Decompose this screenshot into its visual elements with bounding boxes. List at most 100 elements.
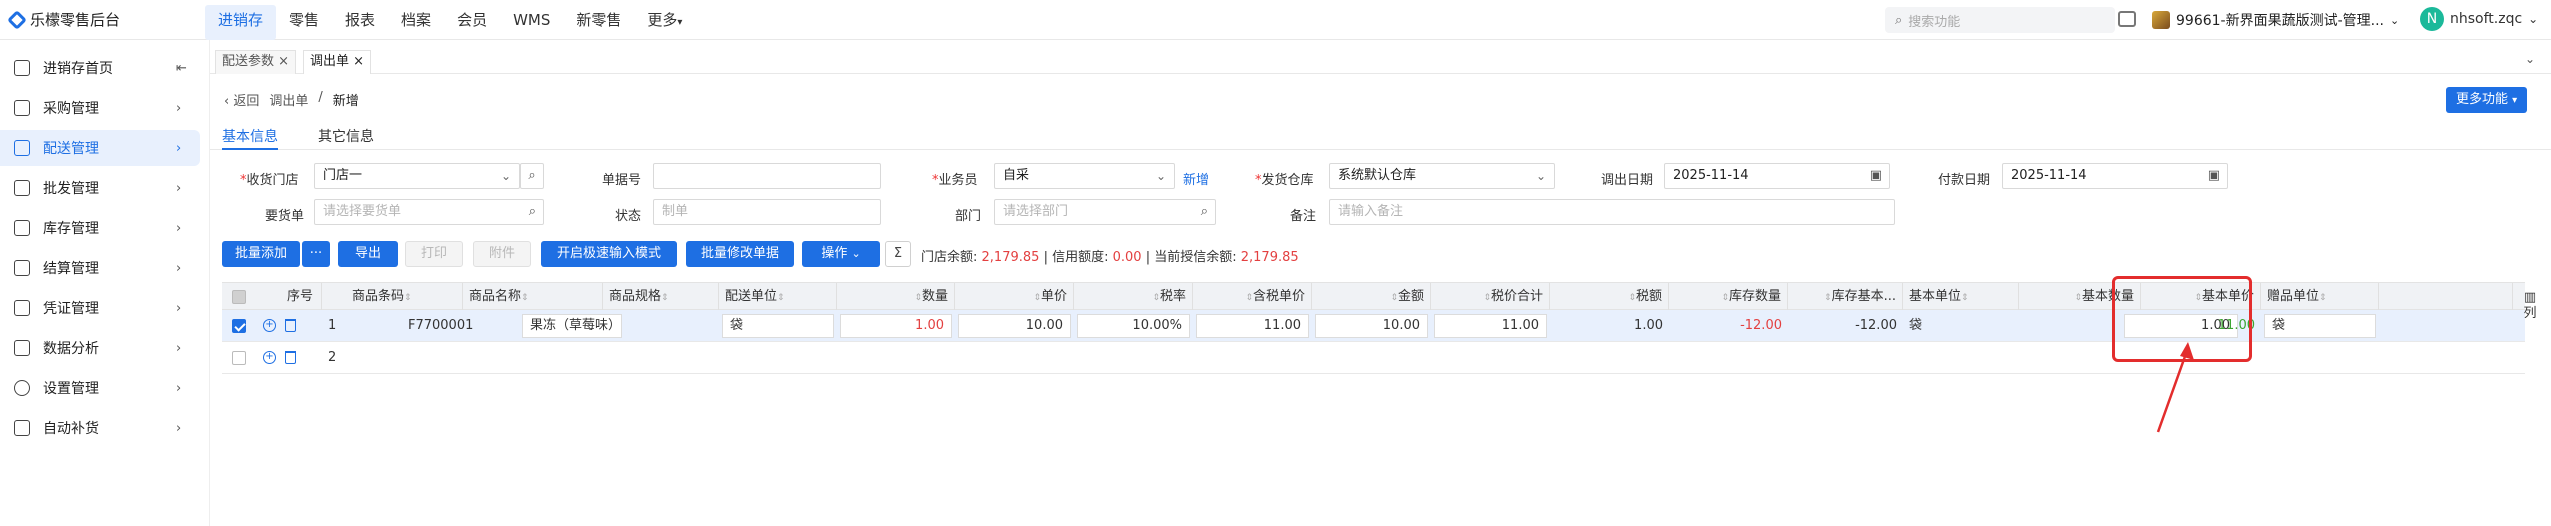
operate-dropdown[interactable]: 操作 ⌄ [802,241,880,267]
sidebar-item-label: 结算管理 [43,261,99,277]
sort-icon[interactable]: Σ [885,241,911,267]
row-unit[interactable]: 袋 [722,314,834,338]
col-header-barcode[interactable]: 商品条码⇕ [352,283,463,311]
salesman-select[interactable]: 自采 ⌄ [994,163,1175,189]
col-header-price[interactable]: ⇕单价 [955,283,1074,311]
pay-date-picker[interactable]: 2025-11-14 ▣ [2002,163,2228,189]
search-icon[interactable]: ⌕ [520,163,544,189]
receive-store-select[interactable]: 门店一 ⌄ [314,163,520,189]
row-qty[interactable]: 1.00 [840,314,952,338]
row-amount[interactable]: 10.00 [1315,314,1428,338]
app-logo[interactable]: 乐檬零售后台 [7,9,120,30]
remark-field[interactable]: 请输入备注 [1329,199,1895,225]
col-header-stock-qty[interactable]: ⇕库存数量 [1669,283,1788,311]
sidebar-item-voucher[interactable]: 凭证管理 › [0,290,200,326]
col-header-tax-rate[interactable]: ⇕税率 [1074,283,1193,311]
col-header-total[interactable]: ⇕税价合计 [1431,283,1550,311]
row-gift-unit[interactable]: 袋 [2264,314,2376,338]
doc-no-label: 单据号 [602,173,642,188]
tab-transfer-out[interactable]: 调出单 × [303,50,372,74]
tab-distribution-params[interactable]: 配送参数 × [215,50,297,74]
sidebar-item-replenish[interactable]: 自动补货 › [0,410,200,446]
add-salesman-link[interactable]: 新增 [1183,169,1209,188]
pay-date-value: 2025-11-14 [2011,168,2087,183]
row-price[interactable]: 10.00 [958,314,1071,338]
col-header-spec[interactable]: 商品规格⇕ [603,283,719,311]
col-amount-label: 金额 [1397,289,1424,304]
nav-item-member[interactable]: 会员 [444,0,500,40]
collapse-sidebar-icon[interactable]: ⇤ [176,61,187,76]
row-checkbox[interactable] [232,351,246,365]
request-doc-field[interactable]: 请选择要货单 ⌕ [314,199,544,225]
batch-modify-button[interactable]: 批量修改单据 [686,241,794,267]
col-header-tax[interactable]: ⇕税额 [1550,283,1669,311]
ship-warehouse-select[interactable]: 系统默认仓库 ⌄ [1329,163,1555,189]
col-header-amount[interactable]: ⇕金额 [1312,283,1431,311]
search-input[interactable]: ⌕ 搜索功能 [1885,7,2115,33]
tab-basic-info[interactable]: 基本信息 [222,126,278,150]
wholesale-icon [14,180,30,196]
receive-store-value: 门店一 [323,168,363,183]
more-functions-button[interactable]: 更多功能 ▾ [2446,87,2528,113]
batch-add-more-button[interactable]: ··· [302,241,330,267]
col-header-base-unit[interactable]: 基本单位⇕ [1903,283,2019,311]
fast-input-mode-button[interactable]: 开启极速输入模式 [541,241,677,267]
nav-item-jinxiaocun[interactable]: 进销存 [205,5,277,40]
sidebar-item-home[interactable]: 进销存首页 ⇤ [0,50,200,86]
select-all-checkbox[interactable] [232,290,246,304]
nav-item-archive[interactable]: 档案 [388,0,444,40]
row-total[interactable]: 11.00 [1434,314,1547,338]
tab-other-info[interactable]: 其它信息 [318,126,374,146]
sort-icon: ⇕ [1824,293,1832,303]
chevron-down-icon: ⌄ [851,247,861,260]
column-settings-button[interactable]: ▥ 列 [2521,290,2539,322]
export-button[interactable]: 导出 [338,241,398,267]
sidebar-item-label: 配送管理 [43,141,99,157]
breadcrumb-parent[interactable]: 调出单 [269,90,308,109]
sidebar-item-label: 进销存首页 [43,61,113,77]
nav-item-new-retail[interactable]: 新零售 [563,0,634,40]
department-field[interactable]: 请选择部门 ⌕ [994,199,1216,225]
printer-icon[interactable] [2118,11,2136,27]
col-header-tax-price[interactable]: ⇕含税单价 [1193,283,1312,311]
nav-item-retail[interactable]: 零售 [276,0,332,40]
row-name[interactable]: 果冻（草莓味） [522,314,622,338]
sidebar-item-analytics[interactable]: 数据分析 › [0,330,200,366]
sidebar-item-purchase[interactable]: 采购管理 › [0,90,200,126]
col-header-qty[interactable]: ⇕数量 [837,283,955,311]
chevron-down-icon[interactable]: ⌄ [2525,52,2535,66]
sidebar-item-inventory[interactable]: 库存管理 › [0,210,200,246]
sort-icon: ⇕ [1152,293,1160,303]
sidebar-item-distribution[interactable]: 配送管理 › [0,130,200,166]
nav-item-wms[interactable]: WMS [500,0,563,40]
store-selector[interactable]: 99661-新界面果蔬版测试-管理... ⌄ [2152,9,2399,31]
add-row-icon[interactable]: + [263,351,276,364]
back-link[interactable]: ‹ 返回 [224,90,259,109]
nav-item-report[interactable]: 报表 [332,0,388,40]
chevron-down-icon: ⌄ [1155,169,1166,183]
form-subtabs: 基本信息 其它信息 [210,122,2551,150]
nav-item-more[interactable]: 更多▾ [634,0,695,40]
chevron-right-icon: › [176,220,182,236]
col-qty-label: 数量 [921,289,948,304]
batch-add-button[interactable]: 批量添加 [222,241,300,267]
out-date-picker[interactable]: 2025-11-14 ▣ [1664,163,1890,189]
row-tax-rate[interactable]: 10.00% [1077,314,1190,338]
salesman-value: 自采 [1003,168,1030,183]
col-header-gift-unit[interactable]: 赠品单位⇕ [2261,283,2379,311]
sidebar-item-settings[interactable]: 设置管理 › [0,370,200,406]
sidebar-item-wholesale[interactable]: 批发管理 › [0,170,200,206]
col-header-name[interactable]: 商品名称⇕ [463,283,603,311]
col-header-stock-base[interactable]: ⇕库存基本... [1788,283,1903,311]
row-tax-price[interactable]: 11.00 [1196,314,1309,338]
sidebar-item-settlement[interactable]: 结算管理 › [0,250,200,286]
col-header-unit[interactable]: 配送单位⇕ [719,283,837,311]
user-menu[interactable]: N nhsoft.zqc ⌄ [2420,7,2538,31]
doc-no-field[interactable] [653,163,881,189]
salesman-label-text: 业务员 [938,173,978,188]
delete-row-icon[interactable] [285,351,296,364]
row-checkbox[interactable] [232,319,246,333]
delete-row-icon[interactable] [285,319,296,332]
add-row-icon[interactable]: + [263,319,276,332]
breadcrumb: ‹ 返回 调出单 / 新增 [224,90,359,109]
